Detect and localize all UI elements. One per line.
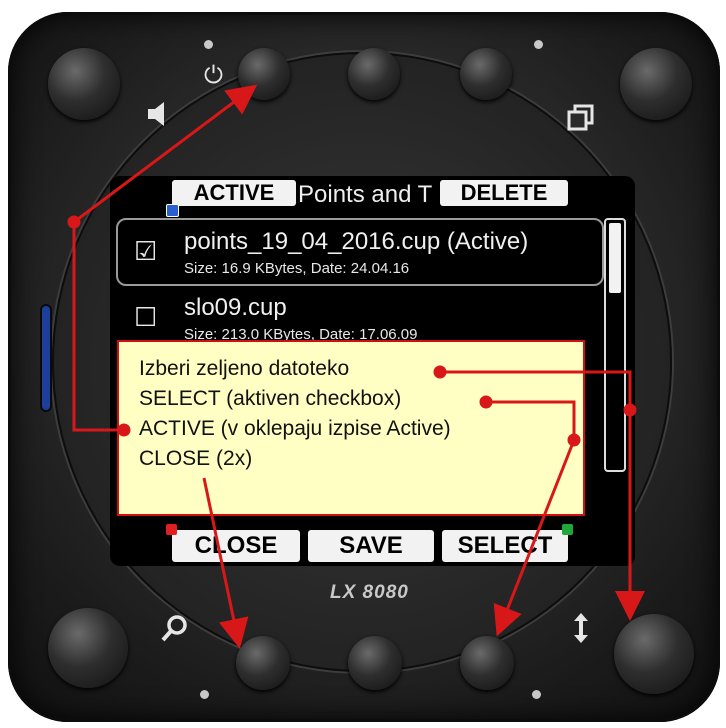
arrow-dot (433, 365, 447, 379)
arrow-dot (67, 215, 81, 229)
arrow-close (202, 477, 249, 649)
arrow-dot (623, 403, 637, 417)
arrow-active (72, 84, 258, 432)
arrow-choose-file (440, 370, 645, 621)
arrow-dot (567, 433, 581, 447)
arrow-dot (479, 395, 493, 409)
annotation-arrows (67, 84, 645, 649)
arrow-dot (117, 423, 131, 437)
arrow-select (486, 400, 576, 637)
